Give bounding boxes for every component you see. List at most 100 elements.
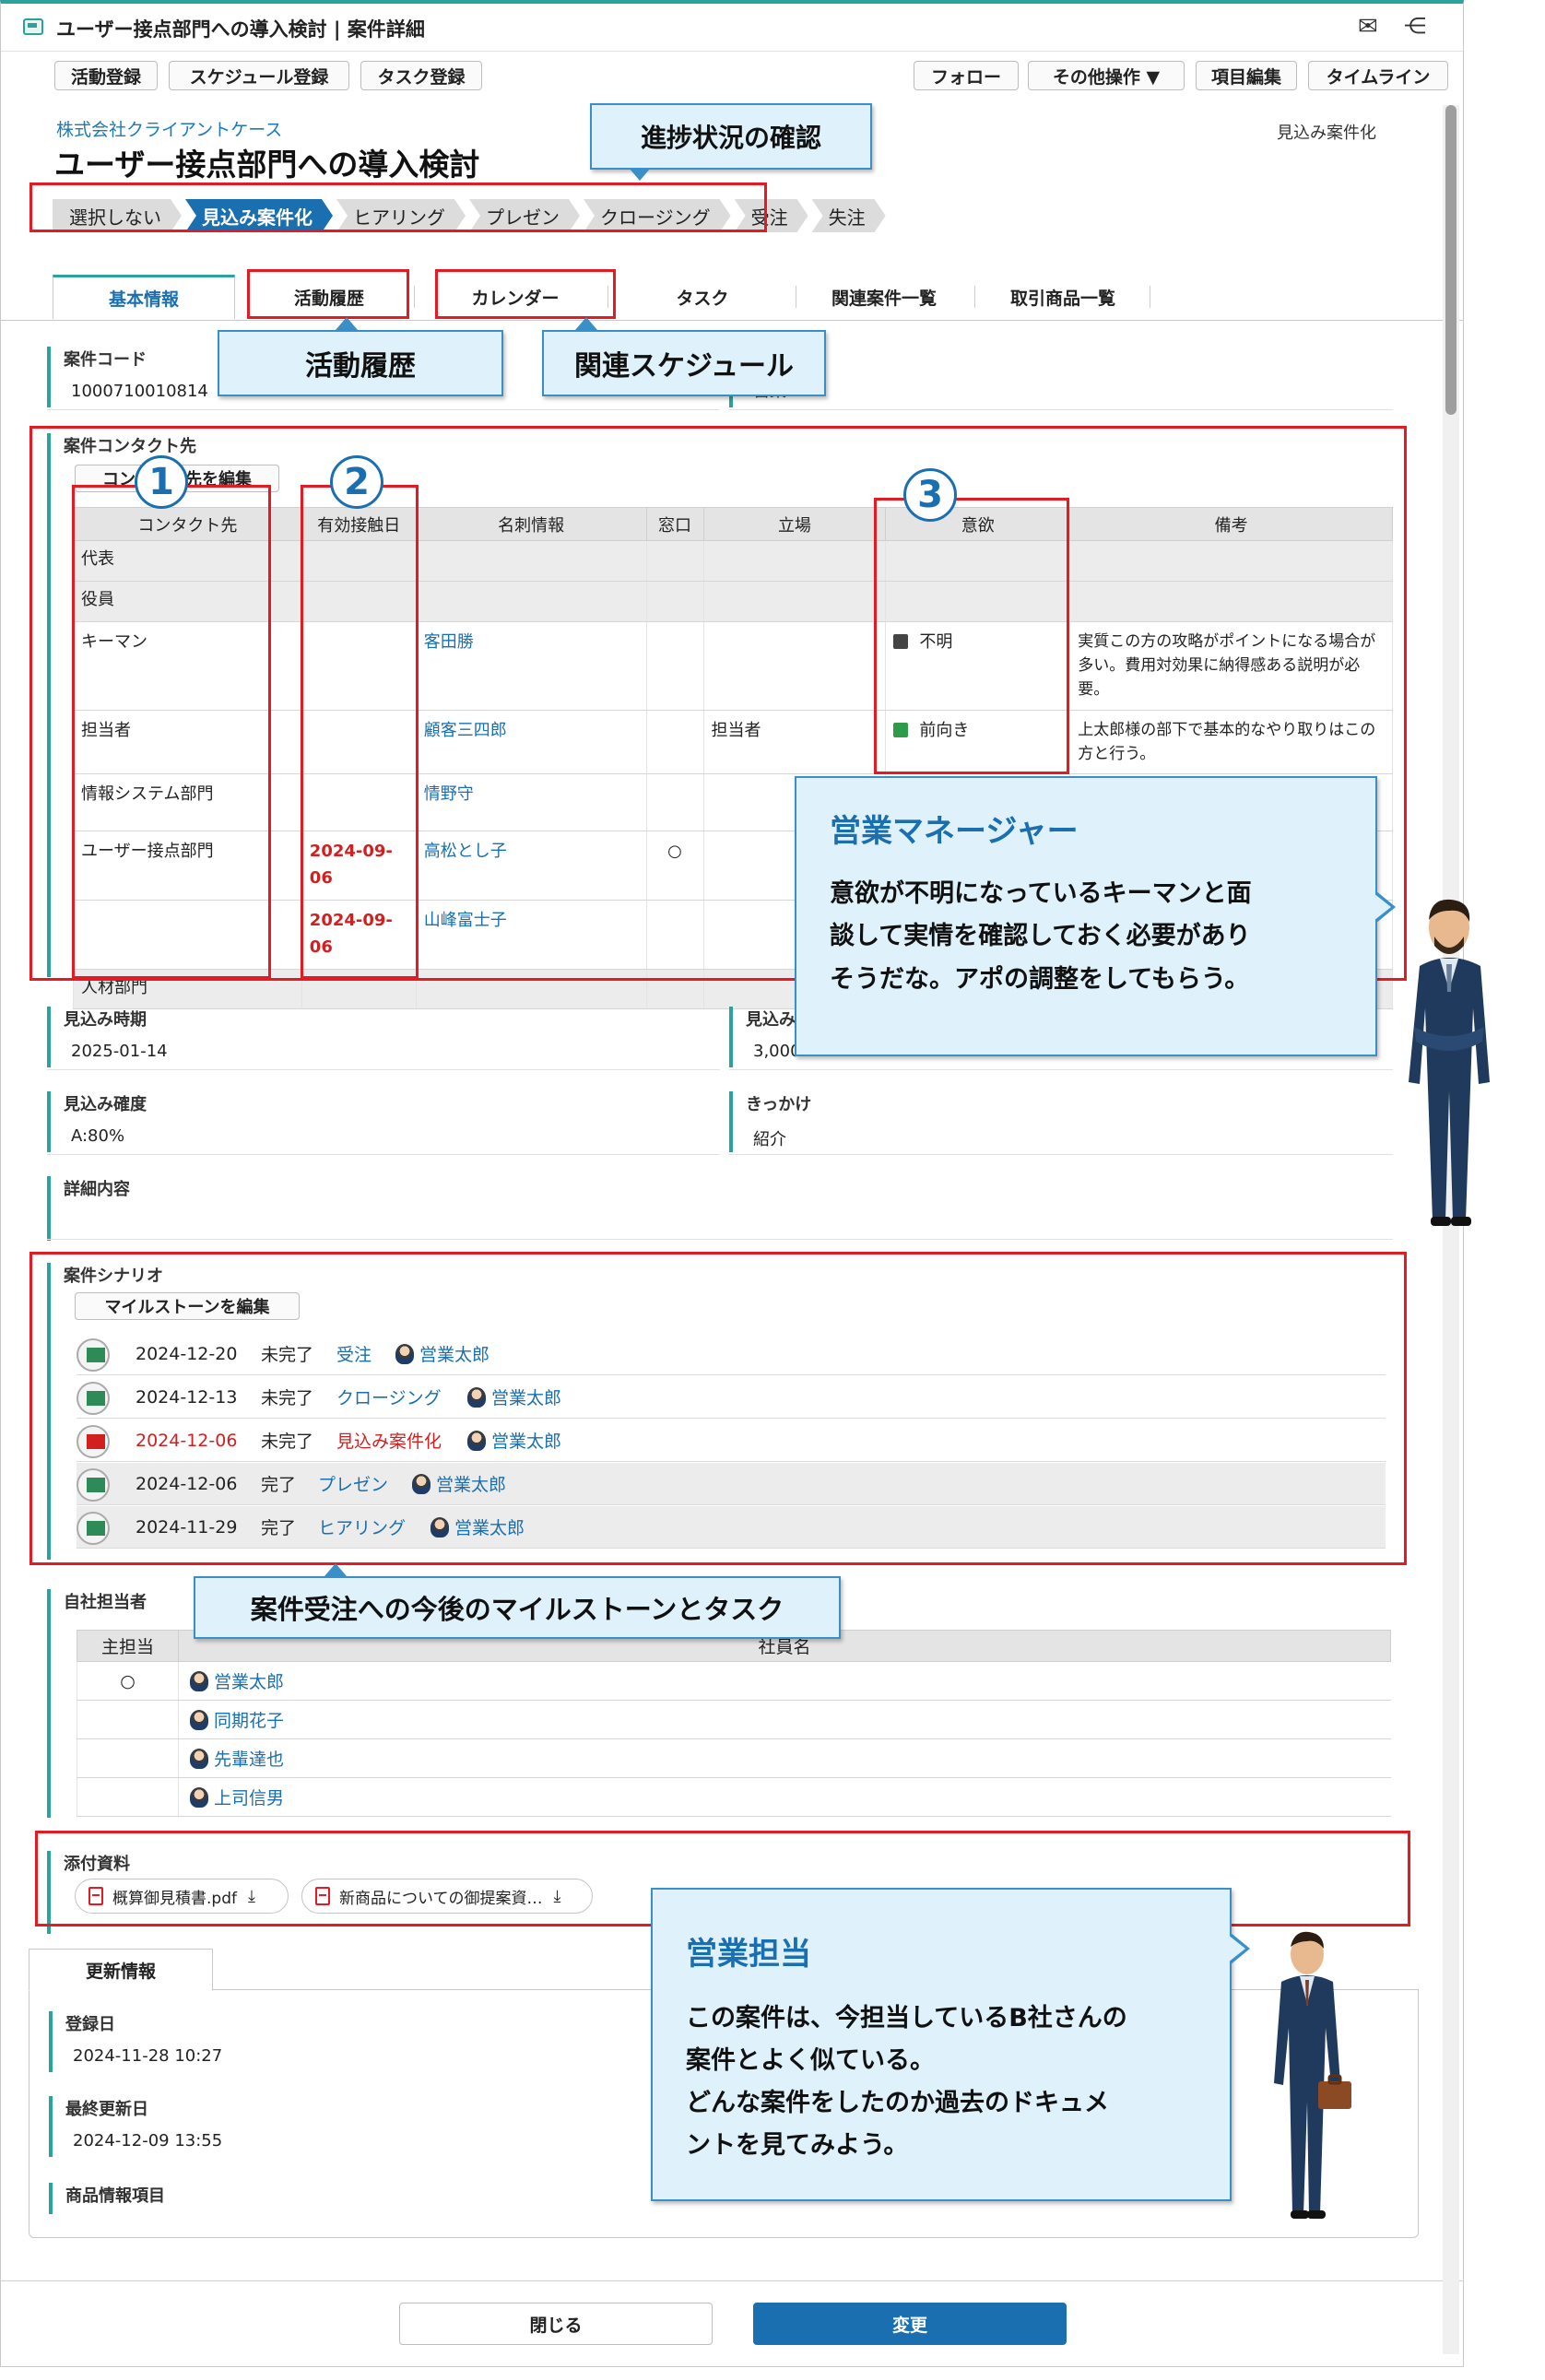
staff-name[interactable]: 先輩達也 <box>214 1750 284 1770</box>
edit-milestones-button[interactable]: マイルストーンを編集 <box>75 1292 300 1320</box>
scrollbar-thumb[interactable] <box>1445 105 1457 415</box>
progress-step[interactable]: 受注 <box>735 199 808 232</box>
timeline-button[interactable]: タイムライン <box>1308 61 1448 90</box>
milestone-row[interactable]: 2024-12-06 完了 プレゼン 営業太郎 <box>77 1463 1386 1505</box>
contact-row: キーマン 客田勝 不明 実質この方の攻略がポイントになる場合が多い。費用対効果に納得感… <box>73 621 1393 711</box>
milestone-owner[interactable]: 営業太郎 <box>412 1471 506 1496</box>
flag-icon <box>77 1425 110 1458</box>
progress-step[interactable]: ヒアリング <box>336 199 466 232</box>
mail-icon[interactable]: ✉ <box>1358 13 1378 41</box>
tab-basic-info[interactable]: 基本情報 <box>53 275 235 319</box>
milestone-owner[interactable]: 営業太郎 <box>467 1428 561 1453</box>
tab-tasks[interactable]: タスク <box>617 275 788 319</box>
close-button[interactable]: 閉じる <box>399 2303 713 2345</box>
tab-underline <box>1 320 1463 321</box>
schedule-register-button[interactable]: スケジュール登録 <box>169 61 349 90</box>
staff-label: 自社担当者 <box>64 1593 147 1612</box>
created-label: 登録日 <box>65 2015 115 2034</box>
milestone-name[interactable]: クロージング <box>336 1384 442 1409</box>
activity-register-button[interactable]: 活動登録 <box>54 61 158 90</box>
vertical-scrollbar[interactable] <box>1443 105 1459 2354</box>
manager-title: 営業マネージャー <box>830 813 1079 850</box>
milestone-row[interactable]: 2024-12-06 未完了 見込み案件化 営業太郎 <box>77 1420 1386 1462</box>
change-button[interactable]: 変更 <box>753 2303 1067 2345</box>
staff-name-cell[interactable]: 上司信男 <box>178 1777 1391 1817</box>
staff-name[interactable]: 上司信男 <box>214 1788 284 1809</box>
attachment-chip[interactable]: 新商品についての御提案資… ⤓ <box>301 1879 593 1914</box>
contact-note-cell <box>1069 540 1393 582</box>
scenario-label: 案件シナリオ <box>64 1267 163 1286</box>
milestone-name[interactable]: 見込み案件化 <box>336 1428 442 1453</box>
owner-name[interactable]: 営業太郎 <box>419 1345 489 1365</box>
progress-step[interactable]: 失注 <box>812 199 886 232</box>
contact-date-cell <box>301 621 417 711</box>
contact-date: 2024-09-06 <box>309 842 393 889</box>
attachment-chip[interactable]: 概算御見積書.pdf ⤓ <box>75 1879 289 1914</box>
marker-2: 2 <box>330 455 383 509</box>
contact-row: 代表 <box>73 540 1393 582</box>
progress-step[interactable]: クロージング <box>584 199 731 232</box>
contact-name[interactable]: 客田勝 <box>424 632 474 652</box>
milestone-owner[interactable]: 営業太郎 <box>467 1384 561 1409</box>
contact-position: 担当者 <box>711 720 761 740</box>
milestone-status: 未完了 <box>261 1432 314 1452</box>
contact-date-cell <box>301 773 417 832</box>
certainty-label: 見込み確度 <box>64 1095 147 1114</box>
contact-name-cell <box>415 581 647 622</box>
staff-name-cell[interactable]: 同期花子 <box>178 1700 1391 1739</box>
share-icon[interactable]: ⋲ <box>1404 13 1426 39</box>
edit-items-button[interactable]: 項目編集 <box>1196 61 1297 90</box>
contacts-label: 案件コンタクト先 <box>64 437 196 456</box>
contact-name[interactable]: 高松とし子 <box>424 842 507 861</box>
tab-related-cases[interactable]: 関連案件一覧 <box>801 275 967 319</box>
contact-name[interactable]: 山峰富士子 <box>424 911 507 930</box>
contact-role: 役員 <box>81 589 114 609</box>
task-register-button[interactable]: タスク登録 <box>360 61 482 90</box>
tab-calendar[interactable]: カレンダー <box>432 275 598 319</box>
staff-name-cell[interactable]: 先輩達也 <box>178 1738 1391 1778</box>
callout-pointer <box>1374 893 1391 921</box>
callout-pointer <box>1228 1935 1245 1962</box>
milestone-row[interactable]: 2024-12-20 未完了 受注 営業太郎 <box>77 1333 1386 1375</box>
milestone-row[interactable]: 2024-12-13 未完了 クロージング 営業太郎 <box>77 1376 1386 1419</box>
progress-step[interactable]: 見込み案件化 <box>185 199 333 232</box>
staff-name[interactable]: 同期花子 <box>214 1711 284 1731</box>
milestone-owner[interactable]: 営業太郎 <box>430 1514 525 1539</box>
contact-name-cell[interactable]: 情野守 <box>415 773 647 832</box>
owner-name[interactable]: 営業太郎 <box>436 1475 506 1495</box>
contact-name-cell[interactable]: 山峰富士子 <box>415 900 647 970</box>
tab-products[interactable]: 取引商品一覧 <box>980 275 1146 319</box>
staff-name[interactable]: 営業太郎 <box>214 1672 284 1692</box>
contact-name-cell[interactable]: 高松とし子 <box>415 831 647 901</box>
sales-line: どんな案件をしたのか過去のドキュメ <box>686 2088 1109 2117</box>
staff-main-cell: ○ <box>77 1661 179 1701</box>
contact-note-cell: 上太郎様の部下で基本的なやり取りはこの方と行う。 <box>1069 710 1393 775</box>
marker-3: 3 <box>903 468 957 522</box>
contact-name[interactable]: 情野守 <box>424 784 474 804</box>
owner-name[interactable]: 営業太郎 <box>491 1388 561 1408</box>
milestone-name[interactable]: 受注 <box>336 1341 372 1366</box>
staff-name-cell[interactable]: 営業太郎 <box>178 1661 1391 1701</box>
staff-row: ○ 営業太郎 <box>77 1661 1391 1701</box>
sales-figure <box>1274 1931 1351 2219</box>
tab-activity-history[interactable]: 活動履歴 <box>250 275 408 319</box>
manager-figure <box>1409 899 1490 1226</box>
owner-name[interactable]: 営業太郎 <box>491 1432 561 1452</box>
milestone-name[interactable]: プレゼン <box>318 1471 388 1496</box>
milestone-owner[interactable]: 営業太郎 <box>395 1341 489 1366</box>
download-icon[interactable]: ⤓ <box>248 1887 255 1906</box>
owner-name[interactable]: 営業太郎 <box>454 1518 525 1538</box>
company-name[interactable]: 株式会社クライアントケース <box>56 116 282 141</box>
milestone-name[interactable]: ヒアリング <box>318 1514 406 1539</box>
progress-step[interactable]: プレゼン <box>469 199 580 232</box>
contact-name[interactable]: 顧客三四郎 <box>424 721 507 740</box>
milestone-status: 完了 <box>261 1475 297 1495</box>
milestone-row[interactable]: 2024-11-29 完了 ヒアリング 営業太郎 <box>77 1506 1386 1549</box>
follow-button[interactable]: フォロー <box>914 61 1019 90</box>
download-icon[interactable]: ⤓ <box>554 1887 561 1906</box>
contact-name-cell[interactable]: 顧客三四郎 <box>415 710 647 775</box>
progress-step[interactable]: 選択しない <box>53 199 182 232</box>
contact-name-cell[interactable]: 客田勝 <box>415 621 647 711</box>
tab-update-info[interactable]: 更新情報 <box>29 1949 213 1991</box>
other-actions-button[interactable]: その他操作 ▼ <box>1028 61 1185 90</box>
